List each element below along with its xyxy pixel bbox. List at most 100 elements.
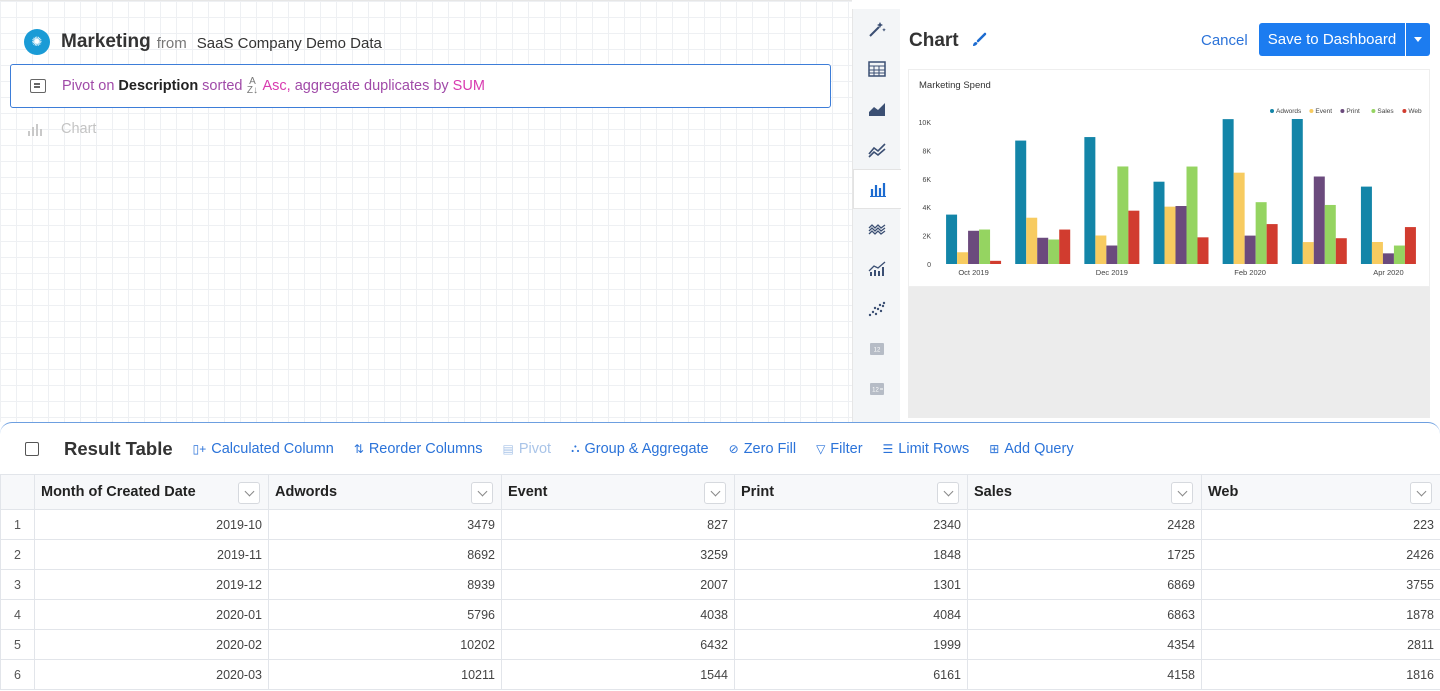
chart-panel-title: Chart	[909, 30, 959, 51]
filter-button[interactable]: ▽ Filter	[816, 441, 862, 457]
table-cell: 1878	[1201, 599, 1440, 630]
bar-event[interactable]	[1026, 217, 1038, 264]
bar-sales[interactable]	[1255, 202, 1267, 264]
bar-adwords[interactable]	[946, 214, 958, 264]
bar-sales[interactable]	[1117, 166, 1129, 264]
save-options-dropdown[interactable]	[1406, 23, 1430, 56]
bar-web[interactable]	[1197, 237, 1209, 264]
bar-web[interactable]	[990, 260, 1002, 264]
paint-brush-icon[interactable]	[971, 32, 987, 48]
bar-adwords[interactable]	[1153, 181, 1165, 264]
add-query-button[interactable]: ⊞ Add Query	[989, 441, 1073, 457]
calculated-column-button[interactable]: ▯+ Calculated Column	[193, 441, 334, 457]
table-cell: 2020-01	[34, 599, 269, 630]
table-cell: 223	[1201, 509, 1440, 540]
table-cell: 1301	[734, 569, 968, 600]
legend-swatch	[1371, 109, 1376, 113]
save-to-dashboard-button[interactable]: Save to Dashboard	[1259, 23, 1405, 56]
value-change-icon[interactable]: 12	[853, 369, 901, 409]
bar-event[interactable]	[1095, 235, 1107, 264]
bar-event[interactable]	[957, 252, 969, 264]
column-menu-chevron-icon[interactable]	[238, 482, 260, 504]
column-header[interactable]: Adwords	[268, 474, 502, 510]
svg-text:12: 12	[872, 388, 879, 394]
sort-direction: Asc,	[262, 78, 291, 94]
svg-text:12: 12	[874, 348, 881, 354]
limit-rows-button[interactable]: ☰ Limit Rows	[883, 441, 970, 457]
bar-print[interactable]	[1382, 253, 1394, 264]
table-row: 4 2020-01 5796 4038 4084 6863 1878	[0, 599, 1440, 630]
bar-web[interactable]	[1266, 224, 1278, 264]
reorder-columns-button[interactable]: ⇅ Reorder Columns	[354, 441, 483, 457]
bar-sales[interactable]	[1048, 239, 1060, 264]
bar-web[interactable]	[1404, 227, 1416, 264]
zero-fill-button[interactable]: ⊘ Zero Fill	[729, 441, 796, 457]
bar-event[interactable]	[1302, 242, 1314, 264]
chart-card: Marketing Spend Web Sales Print Event Adword…	[908, 69, 1430, 287]
group-aggregate-button[interactable]: ⛬ Group & Aggregate	[571, 441, 709, 457]
sort-asc-icon: A Z↓	[246, 76, 259, 96]
column-menu-chevron-icon[interactable]	[704, 482, 726, 504]
pivot-step-text: Pivot on Description sorted A Z↓ Asc, agg…	[62, 76, 485, 96]
bar-print[interactable]	[1037, 237, 1049, 264]
marketing-spend-chart: Marketing Spend Web Sales Print Event Adword…	[919, 80, 1423, 277]
aggregate-label: aggregate duplicates by	[294, 78, 449, 94]
bar-print[interactable]	[1106, 245, 1118, 264]
bar-sales[interactable]	[1324, 204, 1336, 264]
bar-print[interactable]	[1244, 235, 1256, 264]
bar-adwords[interactable]	[1222, 119, 1234, 265]
column-header[interactable]: Print	[734, 474, 968, 510]
result-table-title: Result Table	[64, 437, 173, 459]
combo-chart-icon[interactable]	[853, 249, 901, 289]
single-value-icon[interactable]: 12	[853, 329, 901, 369]
bar-adwords[interactable]	[1360, 186, 1372, 264]
stream-chart-icon[interactable]	[853, 209, 901, 249]
table-row: 5 2020-02 10202 6432 1999 4354 2811	[0, 629, 1440, 660]
column-menu-chevron-icon[interactable]	[937, 482, 959, 504]
scatter-chart-icon[interactable]	[853, 289, 901, 329]
pivot-step[interactable]: Pivot on Description sorted A Z↓ Asc, agg…	[10, 64, 831, 108]
bar-sales[interactable]	[1393, 245, 1405, 264]
bar-print[interactable]	[968, 230, 980, 264]
table-icon[interactable]	[853, 49, 901, 89]
column-menu-chevron-icon[interactable]	[471, 482, 493, 504]
bar-print[interactable]	[1313, 176, 1325, 264]
cancel-button[interactable]: Cancel	[1201, 32, 1248, 49]
bar-adwords[interactable]	[1015, 140, 1027, 264]
column-header[interactable]: Event	[501, 474, 735, 510]
table-cell: 10202	[268, 629, 502, 660]
source-title[interactable]: Marketing	[61, 31, 151, 53]
bar-event[interactable]	[1233, 172, 1245, 264]
column-header[interactable]: Month of Created Date	[34, 474, 269, 510]
magic-wand-icon[interactable]	[853, 9, 901, 49]
bar-print[interactable]	[1175, 206, 1187, 264]
table-cell: 2019-10	[34, 509, 269, 540]
bar-chart-icon[interactable]	[853, 169, 901, 209]
column-header[interactable]: Web	[1201, 474, 1440, 510]
bar-web[interactable]	[1128, 210, 1140, 264]
bar-event[interactable]	[1164, 206, 1176, 264]
chart-step[interactable]: Chart	[28, 121, 96, 137]
table-cell: 2426	[1201, 539, 1440, 570]
bar-adwords[interactable]	[1084, 137, 1096, 264]
table-cell: 2019-12	[34, 569, 269, 600]
area-chart-icon[interactable]	[853, 89, 901, 129]
column-header[interactable]: Sales	[967, 474, 1202, 510]
bar-sales[interactable]	[1186, 166, 1198, 264]
column-menu-chevron-icon[interactable]	[1410, 482, 1432, 504]
bar-sales[interactable]	[979, 229, 991, 264]
line-chart-icon[interactable]	[853, 129, 901, 169]
column-menu-chevron-icon[interactable]	[1171, 482, 1193, 504]
action-label: Pivot	[518, 440, 552, 457]
bar-adwords[interactable]	[1291, 119, 1303, 264]
table-cell: 1725	[967, 539, 1202, 570]
pivot-button: ▤ Pivot	[502, 441, 551, 457]
group-aggregate-icon: ⛬	[571, 441, 580, 455]
datasource-name[interactable]: SaaS Company Demo Data	[197, 35, 382, 52]
legend-label: Print	[1346, 108, 1360, 115]
bar-event[interactable]	[1371, 241, 1383, 264]
bar-web[interactable]	[1059, 229, 1071, 264]
action-label: Group & Aggregate	[584, 440, 709, 457]
bar-web[interactable]	[1335, 238, 1347, 264]
aggregate-function: SUM	[452, 78, 485, 94]
